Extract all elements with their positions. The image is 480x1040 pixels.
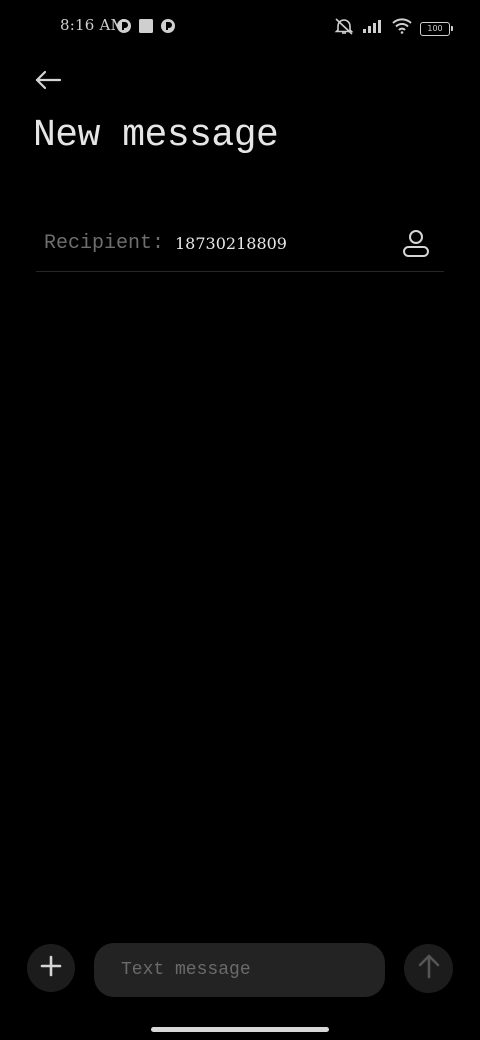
square-notification-icon	[138, 18, 154, 39]
notification-app-icon	[116, 18, 132, 39]
home-indicator[interactable]	[151, 1027, 329, 1032]
wifi-icon	[392, 18, 412, 39]
page-title: New message	[33, 114, 279, 157]
recipient-number[interactable]: 18730218809	[175, 234, 287, 253]
notification-app-icon	[160, 18, 176, 39]
arrow-left-icon	[34, 69, 62, 96]
mute-icon	[334, 17, 354, 40]
plus-icon	[40, 955, 62, 982]
signal-icon	[362, 19, 384, 38]
person-icon	[402, 228, 430, 263]
battery-level: 100	[427, 23, 443, 33]
status-bar: 8:16 AM 100	[0, 0, 480, 56]
status-system-icons: 100	[334, 17, 453, 40]
recipient-field[interactable]: Recipient: 18730218809	[36, 218, 444, 272]
status-notification-icons	[116, 18, 176, 39]
send-button[interactable]	[404, 944, 453, 993]
contact-picker-button[interactable]	[398, 227, 434, 263]
battery-icon: 100	[420, 21, 453, 36]
back-button[interactable]	[28, 62, 68, 102]
recipient-label: Recipient:	[44, 232, 165, 255]
arrow-up-icon	[417, 953, 441, 984]
message-text-input[interactable]	[94, 943, 385, 997]
add-attachment-button[interactable]	[27, 944, 75, 992]
